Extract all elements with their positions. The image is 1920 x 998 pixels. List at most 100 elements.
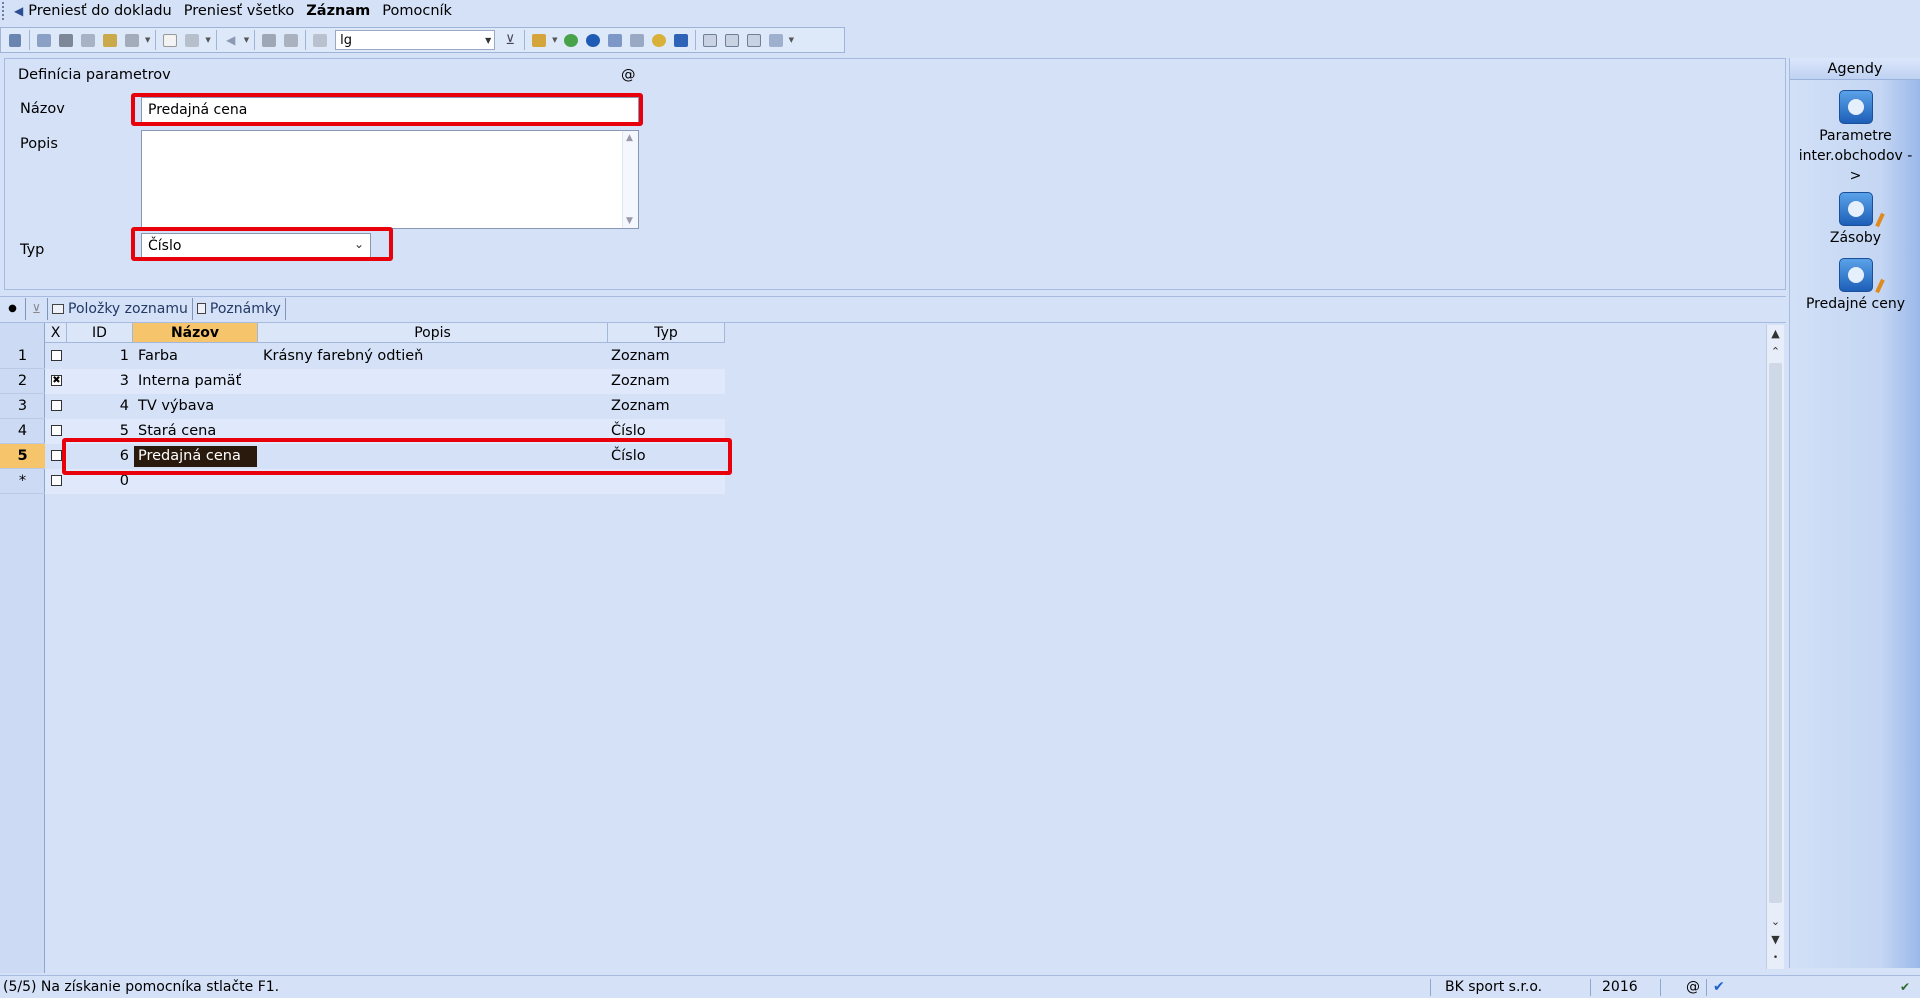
copy-button[interactable] [310,30,330,50]
cell-popis[interactable] [263,394,603,419]
column-header-nazov[interactable]: Názov [133,323,258,343]
print-group-button[interactable] [122,30,142,50]
table-row[interactable]: 2 ✖ 3 Interna pamäť Zoznam [0,369,725,394]
table-row-new[interactable]: * 0 [0,469,725,494]
row-checkbox[interactable] [51,475,62,486]
chevron-down-icon[interactable]: ▼ [205,36,210,44]
grid-scrollbar[interactable]: ▲ ⌃ ⌄ ▼ • [1766,325,1784,969]
nazov-input[interactable]: Predajná cena [141,97,639,123]
typ-select[interactable]: Číslo ⌄ [141,233,371,259]
row-checkbox-checked[interactable]: ✖ [51,375,62,386]
cell-typ[interactable]: Číslo [611,419,721,444]
cell-nazov[interactable]: TV výbava [138,394,256,419]
table-row[interactable]: 1 1 Farba Krásny farebný odtieň Zoznam [0,344,725,369]
form-view-button[interactable] [722,30,742,50]
row-checkbox[interactable] [51,400,62,411]
chevron-down-icon[interactable]: ▼ [145,36,150,44]
euro-button[interactable] [583,30,603,50]
chevron-down-icon[interactable]: ▼ [482,36,494,45]
scroll-bottom-icon[interactable]: ▼ [1767,931,1784,948]
cell-popis[interactable] [263,369,603,394]
menu-item-pomocnik[interactable]: Pomocník [376,3,458,19]
help-button[interactable] [766,30,786,50]
cell-id[interactable]: 4 [67,394,129,419]
column-header-x[interactable]: X [45,323,67,343]
tab-all-records[interactable]: ● [0,297,26,320]
menu-item-preniest-do-dokladu[interactable]: ◀ Preniesť do dokladu [8,3,178,19]
sidebar-toggle-button[interactable] [5,30,25,50]
table-row-active[interactable]: 5 6 Predajná cena Číslo [0,444,725,469]
filter-clear-button[interactable]: ⊻ [500,30,520,50]
save-button[interactable] [259,30,279,50]
export-button[interactable] [34,30,54,50]
row-number[interactable]: * [0,469,45,494]
tab-filter[interactable]: ⊻ [26,297,48,320]
calculator-button[interactable] [627,30,647,50]
quick-search-combo[interactable]: lg ▼ [335,30,496,50]
cell-nazov[interactable]: Farba [138,344,256,369]
chevron-down-icon[interactable]: ⌄ [1767,913,1784,930]
calendar-button[interactable] [605,30,625,50]
popis-textarea[interactable]: ▲ ▼ [141,130,639,229]
cell-popis[interactable]: Krásny farebný odtieň [263,344,603,369]
menu-item-preniest-vsetko[interactable]: Preniesť všetko [178,3,301,19]
column-header-popis[interactable]: Popis [258,323,608,343]
cell-typ[interactable]: Zoznam [611,369,721,394]
chevron-down-icon[interactable]: ▼ [789,36,794,44]
checkmark-icon[interactable]: ✔ [1713,976,1725,998]
popis-scrollbar[interactable]: ▲ ▼ [622,131,638,228]
edit-button[interactable] [182,30,202,50]
scroll-mark-icon[interactable]: • [1767,950,1784,967]
print-button[interactable] [56,30,76,50]
column-header-typ[interactable]: Typ [608,323,725,343]
cell-typ[interactable]: Zoznam [611,344,721,369]
cell-nazov-selected[interactable]: Predajná cena [134,446,257,467]
cell-popis[interactable] [263,419,603,444]
row-checkbox[interactable] [51,350,62,361]
transfer-button[interactable] [561,30,581,50]
table-row[interactable]: 4 5 Stará cena Číslo [0,419,725,444]
cell-typ[interactable]: Zoznam [611,394,721,419]
chevron-up-icon[interactable]: ▲ [626,133,633,143]
new-record-button[interactable] [160,30,180,50]
agenda-predajne-ceny[interactable]: Predajné ceny [1790,258,1920,314]
row-number[interactable]: 5 [0,444,45,469]
row-number[interactable]: 4 [0,419,45,444]
row-number[interactable]: 3 [0,394,45,419]
cell-id[interactable]: 6 [67,444,129,469]
cell-id[interactable]: 3 [67,369,129,394]
window-button[interactable] [700,30,720,50]
chevron-down-icon[interactable]: ▼ [552,36,557,44]
row-number[interactable]: 1 [0,344,45,369]
cell-id[interactable]: 1 [67,344,129,369]
tab-polozky-zoznamu[interactable]: Položky zoznamu [48,297,193,320]
coins-button[interactable] [649,30,669,50]
cell-popis[interactable] [263,444,603,469]
cell-typ[interactable]: Číslo [611,444,721,469]
scroll-top-icon[interactable]: ▲ [1767,325,1784,342]
chevron-down-icon[interactable]: ▼ [626,216,633,226]
cell-nazov[interactable]: Interna pamäť [138,369,256,394]
tab-poznamky[interactable]: Poznámky [193,297,286,320]
chevron-up-icon[interactable]: ⌃ [1767,343,1784,360]
row-checkbox[interactable] [51,450,62,461]
save-all-button[interactable] [281,30,301,50]
cell-nazov[interactable]: Stará cena [138,419,256,444]
menu-item-zaznam[interactable]: Záznam [300,3,376,19]
at-icon[interactable]: @ [621,67,636,83]
folder-button[interactable] [529,30,549,50]
agenda-zasoby[interactable]: Zásoby [1790,192,1920,248]
agenda-parametre-inter-obchodov[interactable]: Parametre inter.obchodov -> [1790,90,1920,186]
table-view-button[interactable] [744,30,764,50]
back-button[interactable]: ◀ [221,30,241,50]
cell-id[interactable]: 0 [67,469,129,494]
row-checkbox[interactable] [51,425,62,436]
cell-id[interactable]: 5 [67,419,129,444]
iban-button[interactable] [671,30,691,50]
at-icon[interactable]: @ [1686,976,1700,998]
chevron-down-icon[interactable]: ⌄ [354,237,364,251]
chevron-down-icon[interactable]: ▼ [244,36,249,44]
column-header-id[interactable]: ID [67,323,133,343]
scrollbar-thumb[interactable] [1769,363,1782,903]
print-settings-button[interactable] [100,30,120,50]
